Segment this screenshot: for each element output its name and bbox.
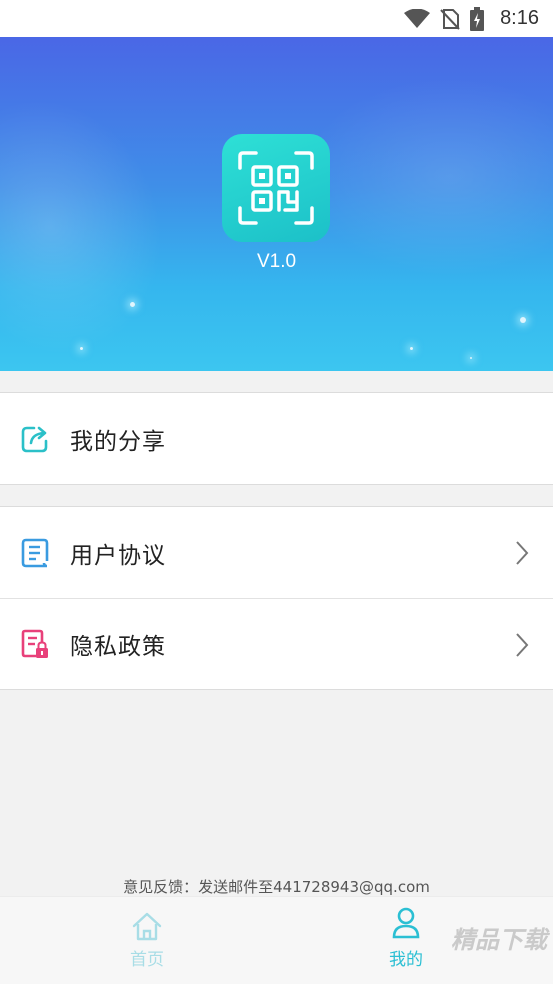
status-bar: 8:16 [0,0,553,37]
battery-charging-icon [470,6,485,31]
menu-item-privacy-policy[interactable]: 隐私政策 [0,598,553,689]
no-sim-icon [440,8,460,30]
menu-item-my-share[interactable]: 我的分享 [0,393,553,484]
qr-code-icon [238,151,314,225]
app-logo [222,134,330,242]
tab-mine-label: 我的 [389,950,423,970]
header-banner: V1.0 [0,37,553,371]
chevron-right-icon [516,541,529,565]
tab-home-label: 首页 [130,950,164,970]
menu-item-label: 隐私政策 [70,634,166,660]
document-icon [20,537,50,569]
menu-item-user-agreement[interactable]: 用户协议 [0,507,553,598]
watermark: 精品下载 [451,926,547,954]
share-icon [20,423,50,455]
menu-item-label: 用户协议 [70,542,166,569]
wifi-icon [404,8,431,28]
menu-group-share: 我的分享 [0,392,553,485]
feedback-text: 意见反馈：发送邮件至441728943@qq.com [123,878,430,896]
menu-item-label: 我的分享 [70,428,166,455]
status-time: 8:16 [500,7,539,29]
menu-group-legal: 用户协议 隐私政策 [0,506,553,690]
privacy-lock-icon [20,628,50,660]
person-icon [392,907,420,939]
home-icon [132,912,162,941]
app-version: V1.0 [256,251,297,272]
chevron-right-icon [516,633,529,657]
tab-home[interactable]: 首页 [92,911,202,970]
tab-mine[interactable]: 我的 [351,907,461,970]
